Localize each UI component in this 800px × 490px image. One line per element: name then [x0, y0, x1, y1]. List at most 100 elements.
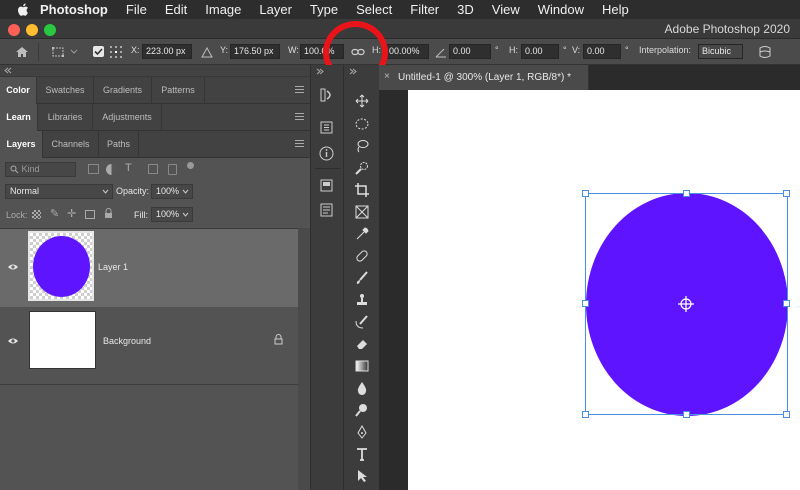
blur-tool-icon[interactable]	[353, 379, 371, 397]
reference-point-checkbox[interactable]	[93, 46, 104, 57]
x-position-field[interactable]: 223.00 px	[142, 44, 192, 59]
gradient-tool-icon[interactable]	[353, 357, 371, 375]
frame-tool-icon[interactable]	[353, 203, 371, 221]
close-window-button[interactable]	[8, 24, 20, 36]
relative-positioning-icon[interactable]	[199, 44, 215, 60]
transform-handle-left[interactable]	[582, 300, 589, 307]
lock-image-icon[interactable]: ✎	[50, 207, 59, 220]
y-position-field[interactable]: 176.50 px	[230, 44, 280, 59]
tab-libraries[interactable]: Libraries	[38, 104, 93, 131]
transform-handle-bottom-right[interactable]	[783, 411, 790, 418]
lock-all-icon[interactable]	[104, 208, 113, 219]
warp-mode-icon[interactable]	[757, 44, 773, 60]
tab-adjustments[interactable]: Adjustments	[93, 104, 162, 131]
minimize-window-button[interactable]	[26, 24, 38, 36]
menu-filter[interactable]: Filter	[410, 2, 439, 17]
filter-pixel-icon[interactable]	[88, 164, 99, 174]
properties-icon[interactable]	[319, 120, 334, 135]
menu-app-name[interactable]: Photoshop	[40, 2, 108, 17]
apple-icon[interactable]	[16, 3, 30, 17]
tab-layers[interactable]: Layers	[0, 131, 43, 158]
filter-smart-object-icon[interactable]	[168, 164, 177, 175]
lock-position-icon[interactable]: ✛	[67, 207, 76, 220]
filter-shape-icon[interactable]	[148, 164, 158, 174]
menu-layer[interactable]: Layer	[259, 2, 292, 17]
transform-tool-icon[interactable]	[50, 44, 66, 60]
chevron-down-icon[interactable]	[66, 44, 82, 60]
rotation-field[interactable]: 0.00	[449, 44, 491, 59]
type-tool-icon[interactable]	[353, 445, 371, 463]
move-tool-icon[interactable]	[353, 92, 371, 110]
vertical-skew-field[interactable]: 0.00	[583, 44, 621, 59]
brush-tool-icon[interactable]	[353, 269, 371, 287]
tab-gradients[interactable]: Gradients	[94, 77, 152, 104]
tab-learn[interactable]: Learn	[0, 104, 38, 131]
filter-adjustment-icon[interactable]	[106, 164, 117, 175]
tab-paths[interactable]: Paths	[99, 131, 139, 158]
layer-row-background[interactable]: Background	[0, 307, 298, 385]
transform-handle-bottom-left[interactable]	[582, 411, 589, 418]
horizontal-skew-field[interactable]: 0.00	[521, 44, 559, 59]
interpolation-dropdown[interactable]: Bicubic	[698, 44, 743, 59]
lock-transparent-icon[interactable]	[32, 210, 41, 219]
path-selection-tool-icon[interactable]	[353, 467, 371, 485]
transform-handle-top-left[interactable]	[582, 190, 589, 197]
filter-type-icon[interactable]: T	[125, 162, 132, 174]
layer-name[interactable]: Layer 1	[98, 262, 128, 272]
menu-file[interactable]: File	[126, 2, 147, 17]
panel-menu-icon[interactable]	[295, 140, 304, 148]
menu-edit[interactable]: Edit	[165, 2, 187, 17]
crop-tool-icon[interactable]	[353, 181, 371, 199]
notes-icon[interactable]	[320, 203, 333, 217]
document-tab[interactable]: × Untitled-1 @ 300% (Layer 1, RGB/8*) *	[379, 65, 589, 90]
menu-type[interactable]: Type	[310, 2, 338, 17]
canvas[interactable]	[408, 90, 800, 490]
transform-handle-top[interactable]	[683, 190, 690, 197]
layer-name[interactable]: Background	[103, 336, 151, 346]
home-icon[interactable]	[14, 44, 30, 60]
panel-collapse-bar[interactable]	[0, 65, 310, 77]
close-tab-icon[interactable]: ×	[384, 71, 390, 82]
transform-handle-top-right[interactable]	[783, 190, 790, 197]
tab-swatches[interactable]: Swatches	[37, 77, 94, 104]
layer-row-layer1[interactable]: Layer 1	[0, 229, 298, 307]
fill-field[interactable]: 100%	[151, 207, 193, 222]
visibility-eye-icon[interactable]	[7, 263, 19, 271]
transform-handle-bottom[interactable]	[683, 411, 690, 418]
tab-color[interactable]: Color	[0, 77, 37, 104]
filter-toggle-icon[interactable]	[187, 162, 194, 169]
blend-mode-dropdown[interactable]: Normal	[5, 184, 113, 199]
tab-patterns[interactable]: Patterns	[152, 77, 205, 104]
menu-window[interactable]: Window	[538, 2, 584, 17]
history-icon[interactable]	[320, 88, 334, 102]
marquee-tool-icon[interactable]	[353, 115, 371, 133]
menu-image[interactable]: Image	[205, 2, 241, 17]
quick-selection-tool-icon[interactable]	[353, 159, 371, 177]
menu-select[interactable]: Select	[356, 2, 392, 17]
reference-point-grid-icon[interactable]	[108, 44, 124, 60]
tab-channels[interactable]: Channels	[43, 131, 99, 158]
panel-menu-icon[interactable]	[295, 113, 304, 121]
zoom-window-button[interactable]	[44, 24, 56, 36]
eyedropper-tool-icon[interactable]	[353, 225, 371, 243]
healing-brush-tool-icon[interactable]	[353, 247, 371, 265]
clone-stamp-tool-icon[interactable]	[353, 291, 371, 309]
panel-menu-icon[interactable]	[295, 86, 304, 94]
transform-handle-right[interactable]	[783, 300, 790, 307]
dodge-tool-icon[interactable]	[353, 401, 371, 419]
visibility-eye-icon[interactable]	[7, 337, 19, 345]
layers-scrollbar[interactable]	[298, 228, 310, 490]
reference-point-crosshair-icon[interactable]	[678, 296, 694, 312]
glyphs-icon[interactable]	[320, 179, 333, 192]
lasso-tool-icon[interactable]	[353, 137, 371, 155]
eraser-tool-icon[interactable]	[353, 335, 371, 353]
menu-3d[interactable]: 3D	[457, 2, 474, 17]
kind-filter-dropdown[interactable]: Kind	[5, 162, 76, 177]
opacity-field[interactable]: 100%	[151, 184, 193, 199]
lock-artboard-icon[interactable]	[85, 210, 95, 219]
menu-view[interactable]: View	[492, 2, 520, 17]
height-field[interactable]: 00.00%	[385, 44, 429, 59]
history-brush-tool-icon[interactable]	[353, 313, 371, 331]
info-icon[interactable]	[319, 146, 334, 161]
pen-tool-icon[interactable]	[353, 423, 371, 441]
